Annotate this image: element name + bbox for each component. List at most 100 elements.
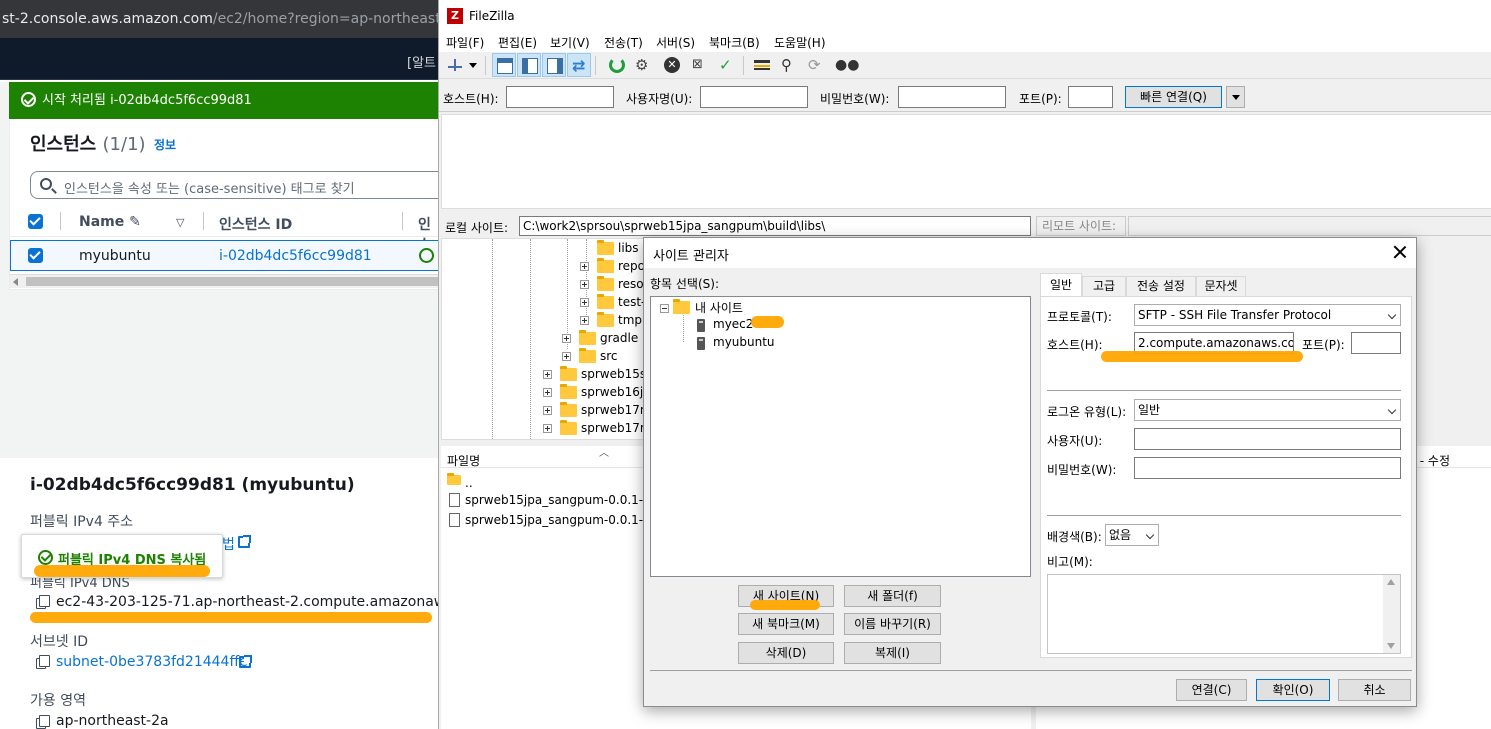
menu-transfer[interactable]: 전송(T) [604, 34, 643, 51]
menu-edit[interactable]: 편집(E) [498, 34, 537, 51]
toggle-local-tree-tool[interactable] [517, 53, 541, 77]
local-path-input[interactable]: C:\work2\sprsou\sprweb15jpa_sangpum\buil… [519, 216, 1031, 236]
new-bookmark-button[interactable]: 새 북마크(M) [738, 613, 834, 635]
delete-button[interactable]: 삭제(D) [738, 642, 834, 664]
tree-root-my-sites[interactable]: 내 사이트 [695, 299, 743, 316]
topbar-alert-text[interactable]: [알트 [407, 52, 436, 71]
copy-icon[interactable] [36, 595, 50, 609]
refresh-icon[interactable] [605, 53, 629, 77]
protocol-select[interactable]: SFTP - SSH File Transfer Protocol [1134, 304, 1401, 326]
menu-bookmarks[interactable]: 북마크(B) [709, 34, 760, 51]
expand-icon[interactable] [580, 280, 589, 289]
port-input[interactable] [1351, 332, 1401, 354]
scroll-left-arrow-icon[interactable] [13, 278, 18, 286]
connect-button[interactable]: 연결(C) [1176, 679, 1247, 701]
public-ipv4-dns-value: ec2-43-203-125-71.ap-northeast-2.compute… [56, 594, 474, 610]
external-link-icon[interactable] [238, 535, 251, 548]
menu-help[interactable]: 도움말(H) [774, 34, 826, 51]
horizontal-scrollbar[interactable] [10, 274, 440, 288]
public-ipv4-open-link[interactable]: 법 [222, 534, 235, 554]
site-manager-tool[interactable] [443, 53, 467, 77]
qc-password-input[interactable] [898, 86, 1006, 108]
close-icon[interactable] [1392, 244, 1408, 260]
select-all-checkbox[interactable] [28, 214, 43, 229]
expand-icon[interactable] [543, 424, 552, 433]
column-last-modified[interactable]: - 수정 [1420, 452, 1450, 469]
ok-button[interactable]: 확인(O) [1256, 679, 1330, 701]
quickconnect-history-dropdown[interactable] [1226, 86, 1245, 108]
instance-search-input[interactable]: 인스턴스을 속성 또는 (case-sensitive) 태그로 찾기 [30, 171, 440, 199]
row-checkbox[interactable] [28, 248, 43, 263]
expand-icon[interactable] [543, 370, 552, 379]
file-name: sprweb15jpa_sangpum-0.0.1-SNA [465, 513, 668, 527]
process-queue-icon[interactable]: ⚙ [631, 53, 655, 77]
toggle-log-tool[interactable] [492, 53, 516, 77]
user-input[interactable] [1134, 428, 1401, 450]
external-link-icon[interactable] [239, 655, 252, 668]
folder-icon [447, 473, 461, 485]
info-link[interactable]: 정보 [154, 136, 176, 153]
logon-type-select[interactable]: 일반 [1134, 399, 1401, 421]
new-folder-button[interactable]: 새 폴더(f) [844, 585, 941, 607]
copy-icon[interactable] [36, 715, 50, 729]
reconnect-icon[interactable]: ✓ [715, 53, 739, 77]
menu-view[interactable]: 보기(V) [550, 34, 590, 51]
tab-transfer-settings[interactable]: 전송 설정 [1126, 276, 1196, 297]
scroll-down-arrow-icon[interactable] [1387, 643, 1395, 649]
message-log[interactable] [441, 114, 1491, 209]
disconnect-icon[interactable]: ⊠ [688, 53, 712, 77]
expand-icon[interactable] [562, 352, 571, 361]
tab-general[interactable]: 일반 [1040, 273, 1082, 297]
column-header-name[interactable]: Name ✎ [79, 214, 141, 230]
site-tree[interactable]: 내 사이트 myec2 myubuntu [650, 296, 1031, 577]
port-label: 포트(P): [1302, 338, 1345, 352]
background-color-select[interactable]: 없음 [1105, 524, 1159, 546]
scroll-up-arrow-icon[interactable] [1387, 579, 1395, 585]
qc-user-input[interactable] [700, 86, 808, 108]
vertical-scrollbar[interactable] [1383, 575, 1400, 653]
expand-icon[interactable] [580, 316, 589, 325]
directory-listing-filter-icon[interactable] [750, 53, 774, 77]
binoculars-icon[interactable]: ●● [831, 53, 859, 77]
column-filename[interactable]: 파일명 [447, 452, 480, 469]
menu-server[interactable]: 서버(S) [656, 34, 695, 51]
sort-triangle-icon[interactable]: ▽ [176, 216, 184, 229]
comments-textarea[interactable] [1047, 574, 1401, 654]
collapse-icon[interactable] [660, 304, 669, 313]
site-manager-dropdown[interactable] [467, 53, 479, 77]
column-header-instance-id[interactable]: 인스턴스 ID [219, 214, 292, 234]
scrollbar-thumb[interactable] [26, 277, 440, 286]
server-icon [697, 319, 705, 332]
cancel-operation-icon[interactable]: ✕ [660, 53, 684, 77]
search-icon[interactable]: ⚲ [777, 53, 801, 77]
password-input[interactable] [1134, 457, 1401, 479]
instances-title-text: 인스턴스 [30, 134, 97, 155]
site-item-myec2[interactable]: myec2 [713, 317, 753, 331]
expand-icon[interactable] [543, 388, 552, 397]
toggle-remote-tree-tool[interactable] [542, 53, 566, 77]
row-instance-id-link[interactable]: i-02db4dc5f6cc99d81 [219, 248, 372, 264]
protocol-value: SFTP - SSH File Transfer Protocol [1138, 308, 1332, 322]
subnet-id-link[interactable]: subnet-0be3783fd21444ffe [56, 654, 248, 670]
expand-icon[interactable] [580, 262, 589, 271]
folder-icon [597, 312, 614, 327]
qc-port-input[interactable] [1068, 86, 1113, 108]
sync-browsing-icon[interactable]: ⟳ [804, 53, 828, 77]
toggle-transfer-queue-tool[interactable]: ⇄ [567, 53, 591, 77]
quickconnect-button[interactable]: 빠른 연결(Q) [1125, 86, 1222, 108]
site-item-myubuntu[interactable]: myubuntu [713, 335, 775, 349]
edit-pencil-icon[interactable]: ✎ [129, 214, 141, 230]
menu-file[interactable]: 파일(F) [446, 34, 484, 51]
copy-icon[interactable] [36, 655, 50, 669]
qc-host-input[interactable] [506, 86, 614, 108]
expand-icon[interactable] [543, 406, 552, 415]
browser-address-bar[interactable]: st-2.console.aws.amazon.com/ec2/home?reg… [0, 0, 440, 38]
tab-advanced[interactable]: 고급 [1082, 276, 1126, 297]
cancel-button[interactable]: 취소 [1338, 679, 1411, 701]
tab-charset[interactable]: 문자셋 [1196, 276, 1246, 297]
file-icon [449, 493, 460, 507]
expand-icon[interactable] [580, 298, 589, 307]
rename-button[interactable]: 이름 바꾸기(R) [844, 613, 941, 635]
expand-icon[interactable] [562, 334, 571, 343]
duplicate-button[interactable]: 복제(I) [844, 642, 941, 664]
